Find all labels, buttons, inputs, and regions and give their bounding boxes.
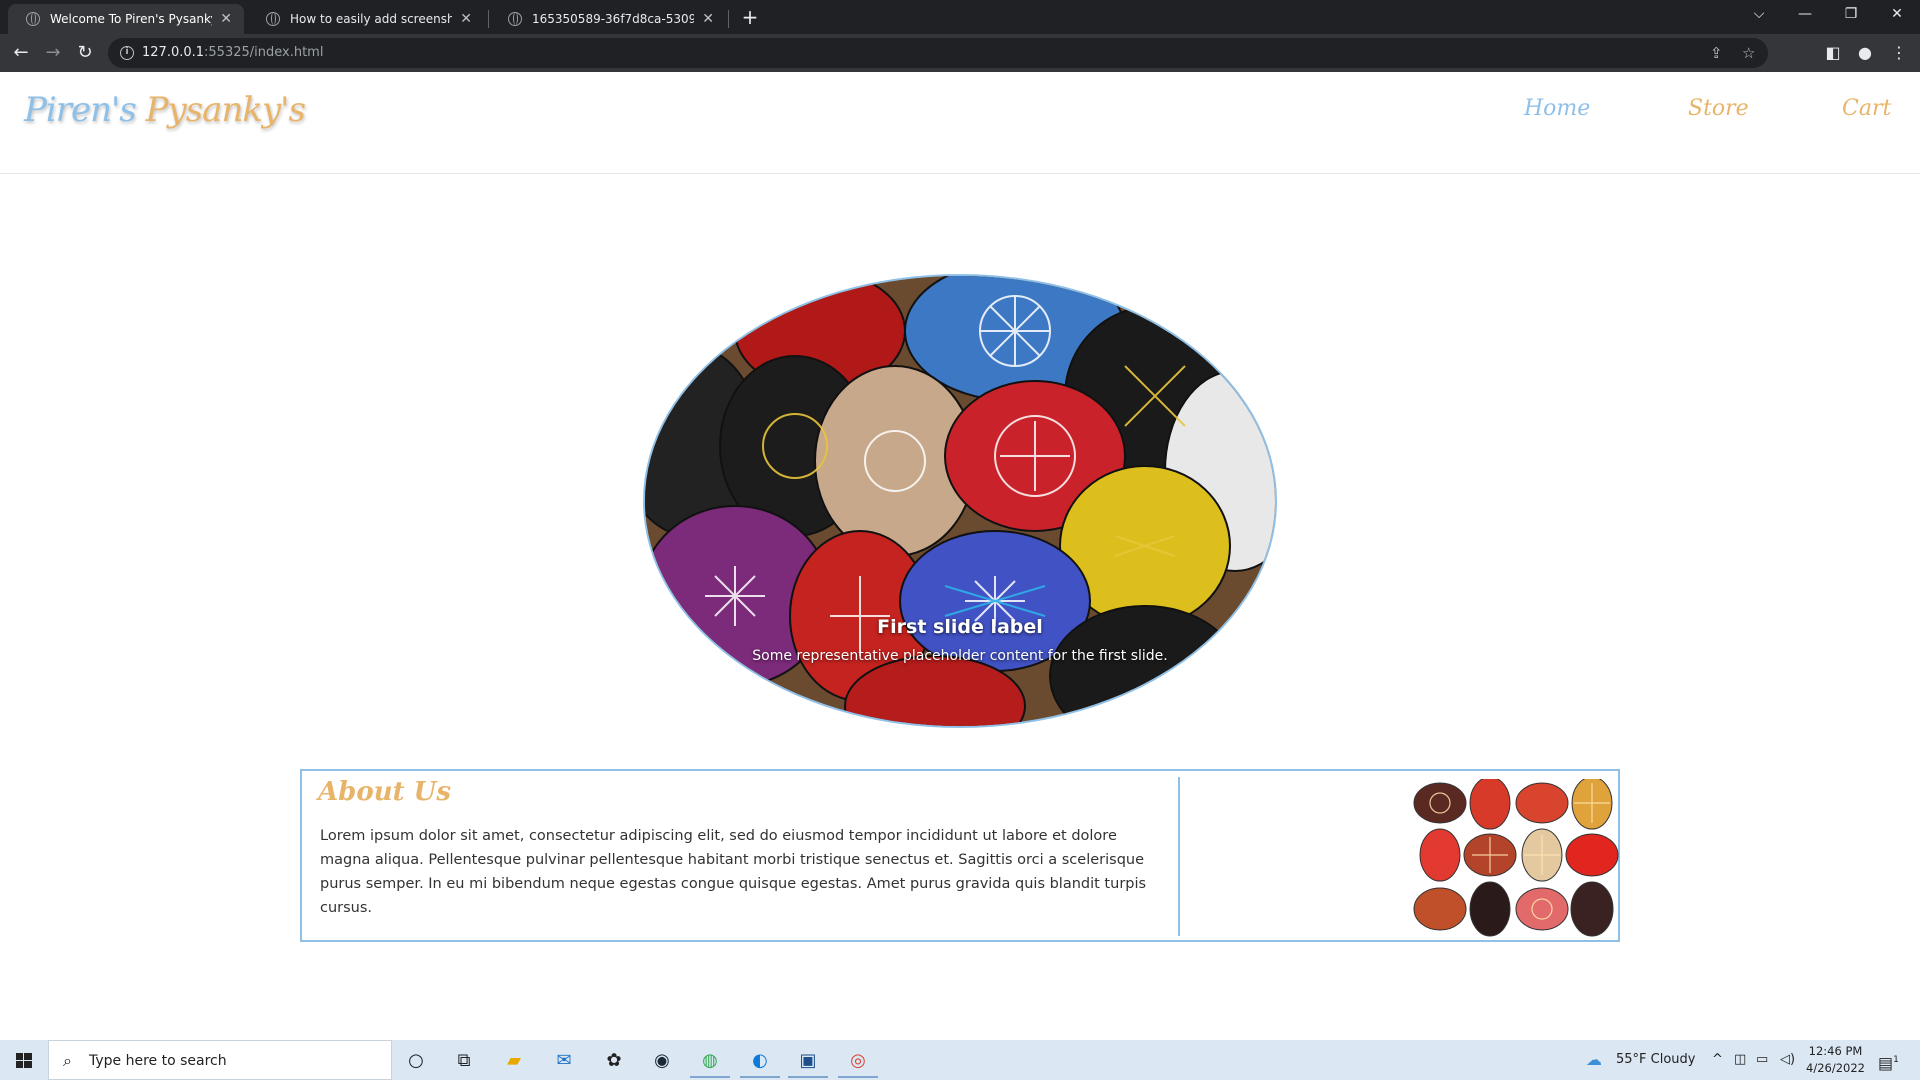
egg-collage-image <box>1413 779 1619 937</box>
hero-carousel[interactable]: First slide label Some representative pl… <box>643 274 1277 728</box>
about-divider <box>1178 777 1180 936</box>
browser-tab-bar: Welcome To Piren's Pysanky's! ✕ How to e… <box>0 0 1920 34</box>
file-explorer-icon[interactable]: ▰ <box>494 1044 534 1078</box>
tab-welcome[interactable]: Welcome To Piren's Pysanky's! ✕ <box>8 4 244 34</box>
tab-search-button[interactable]: ⌵ <box>1736 0 1782 30</box>
chrome-profile-icon[interactable]: ◍ <box>690 1044 730 1078</box>
url-text: 127.0.0.1:55325/index.html <box>142 45 324 60</box>
close-tab-icon[interactable]: ✕ <box>460 11 472 27</box>
tab-separator <box>728 10 729 28</box>
browser-toolbar: ← → ↻ i 127.0.0.1:55325/index.html ⇪ ☆ ◧… <box>0 34 1920 72</box>
address-bar[interactable]: i 127.0.0.1:55325/index.html ⇪ ☆ <box>108 38 1768 68</box>
notification-center-icon[interactable]: ▤1 <box>1878 1040 1899 1080</box>
globe-icon <box>26 12 40 26</box>
close-window-button[interactable]: ✕ <box>1874 0 1920 30</box>
windows-logo-icon <box>16 1053 32 1068</box>
taskbar-search-box[interactable]: ⌕ Type here to search <box>48 1040 392 1080</box>
tray-meet-icon[interactable]: ◫ <box>1734 1040 1746 1080</box>
side-panel-icon[interactable]: ◧ <box>1820 40 1846 66</box>
forward-arrow-icon[interactable]: → <box>40 40 66 66</box>
cortana-icon[interactable]: ○ <box>396 1044 436 1078</box>
clock-date: 4/26/2022 <box>1806 1061 1865 1075</box>
carousel-caption-title: First slide label <box>877 616 1043 638</box>
steam-icon[interactable]: ◉ <box>642 1044 682 1078</box>
search-placeholder: Type here to search <box>89 1053 227 1069</box>
tab-title: Welcome To Piren's Pysanky's! <box>50 12 212 26</box>
menu-kebab-icon[interactable]: ⋮ <box>1886 40 1912 66</box>
about-body: Lorem ipsum dolor sit amet, consectetur … <box>320 828 1147 916</box>
taskbar-clock[interactable]: 12:46 PM 4/26/2022 <box>1806 1043 1865 1077</box>
carousel-caption-text: Some representative placeholder content … <box>752 648 1168 664</box>
windows-taskbar: ⌕ Type here to search ○ ⧉ ▰ ✉ ✿ ◉ ◍ ◐ ▣ … <box>0 1040 1920 1080</box>
edge-icon[interactable]: ◐ <box>740 1044 780 1078</box>
tab-separator <box>488 10 489 28</box>
clock-time: 12:46 PM <box>1808 1044 1863 1058</box>
globe-icon <box>508 12 522 26</box>
windows-start-button[interactable] <box>0 1040 48 1080</box>
chrome-icon[interactable]: ◎ <box>838 1044 878 1078</box>
about-section: About Us Lorem ipsum dolor sit amet, con… <box>300 769 1620 942</box>
back-arrow-icon[interactable]: ← <box>8 40 34 66</box>
globe-icon <box>266 12 280 26</box>
nav-store-link[interactable]: Store <box>1688 96 1749 121</box>
reload-icon[interactable]: ↻ <box>72 40 98 66</box>
task-view-icon[interactable]: ⧉ <box>444 1044 484 1078</box>
tab-title: 165350589-36f7d8ca-5309-4f36- <box>532 12 695 26</box>
weather-text[interactable]: 55°F Cloudy <box>1616 1040 1695 1080</box>
about-title: About Us <box>318 777 451 807</box>
bookmark-star-icon[interactable]: ☆ <box>1742 44 1755 62</box>
network-icon[interactable]: ▭ <box>1756 1040 1768 1080</box>
restore-button[interactable]: ❐ <box>1828 0 1874 30</box>
code-editor-icon[interactable]: ▣ <box>788 1044 828 1078</box>
weather-cloud-icon[interactable]: ☁ <box>1586 1040 1602 1080</box>
volume-icon[interactable]: ◁) <box>1780 1040 1795 1080</box>
tab-image[interactable]: 165350589-36f7d8ca-5309-4f36- ✕ <box>490 4 726 34</box>
game-app-icon[interactable]: ✿ <box>594 1044 634 1078</box>
search-icon: ⌕ <box>63 1051 72 1070</box>
site-info-icon[interactable]: i <box>120 46 134 60</box>
profile-icon[interactable]: ● <box>1852 40 1878 66</box>
close-tab-icon[interactable]: ✕ <box>220 11 232 27</box>
tray-chevron-up-icon[interactable]: ^ <box>1712 1040 1723 1080</box>
nav-cart-link[interactable]: Cart <box>1842 96 1891 121</box>
notification-count: 1 <box>1893 1055 1899 1065</box>
tab-screenshots[interactable]: How to easily add screenshots in ✕ <box>248 4 484 34</box>
mail-icon[interactable]: ✉ <box>544 1044 584 1078</box>
share-icon[interactable]: ⇪ <box>1710 44 1723 62</box>
web-page: Piren's Pysanky's Home Store Cart First … <box>0 72 1920 1040</box>
nav-home-link[interactable]: Home <box>1524 96 1590 121</box>
minimize-button[interactable]: — <box>1782 0 1828 30</box>
site-header: Piren's Pysanky's Home Store Cart <box>0 72 1920 174</box>
new-tab-button[interactable]: + <box>737 4 763 30</box>
tab-title: How to easily add screenshots in <box>290 12 453 26</box>
site-logo[interactable]: Piren's Pysanky's <box>24 90 306 130</box>
close-tab-icon[interactable]: ✕ <box>702 11 714 27</box>
